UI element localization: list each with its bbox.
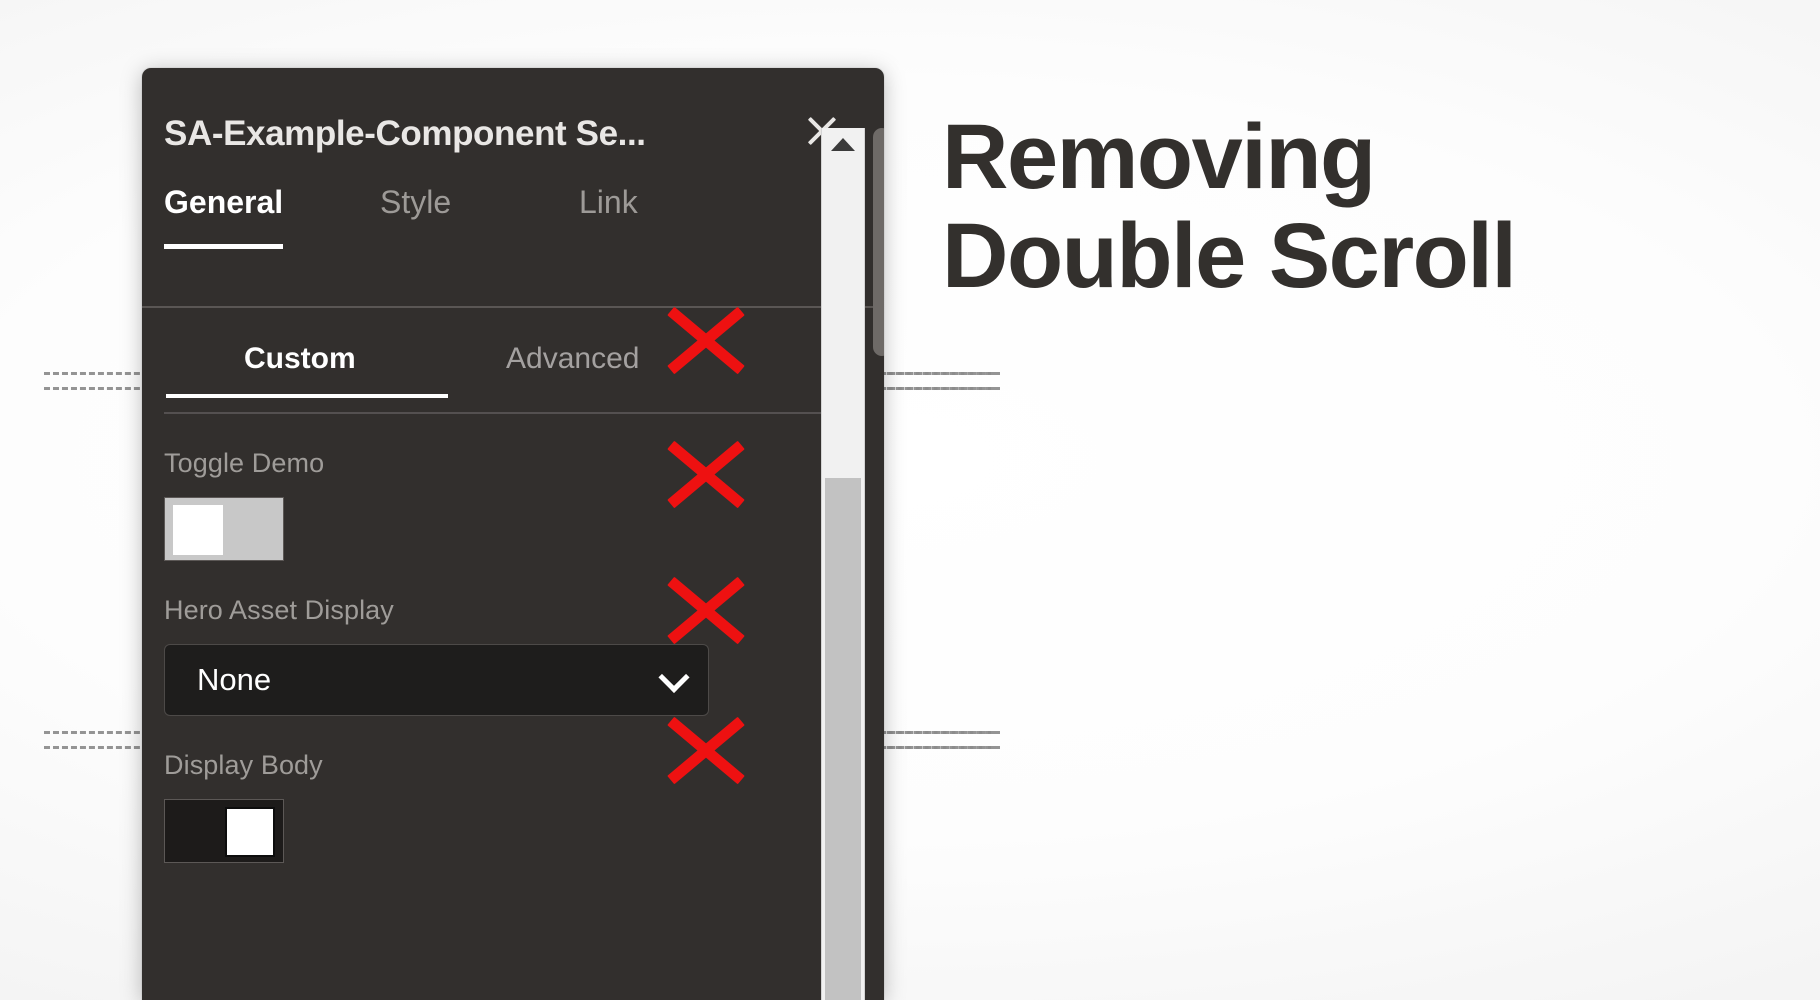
- dialog-title: SA-Example-Component Se...: [164, 114, 646, 153]
- dialog-body-content: Custom Advanced Toggle Demo Hero Asset D…: [142, 308, 884, 863]
- tab-link[interactable]: Link: [579, 184, 638, 221]
- field-hero-asset-display: Hero Asset Display None: [164, 595, 862, 716]
- page-canvas: SA-Example-Component Se... General Style…: [0, 0, 1820, 1000]
- dialog-scroll-body[interactable]: Custom Advanced Toggle Demo Hero Asset D…: [142, 308, 884, 1000]
- tab-advanced[interactable]: Advanced: [506, 342, 639, 376]
- tab-general[interactable]: General: [164, 184, 284, 249]
- display-body-switch[interactable]: [164, 799, 284, 863]
- outer-scrollbar-thumb[interactable]: [873, 128, 884, 356]
- tab-style[interactable]: Style: [380, 184, 451, 221]
- inner-scrollbar-thumb[interactable]: [825, 478, 861, 1000]
- page-title: Removing Double Scroll: [942, 106, 1517, 308]
- headline-line-1: Removing: [942, 106, 1376, 208]
- hero-asset-display-select[interactable]: None: [164, 644, 709, 716]
- toggle-knob: [225, 807, 275, 857]
- outer-dialog-scrollbar[interactable]: [869, 122, 884, 1000]
- label-hero-asset-display: Hero Asset Display: [164, 595, 394, 625]
- dialog-header: SA-Example-Component Se...: [142, 68, 884, 176]
- primary-tab-bar: General Style Link: [142, 176, 884, 264]
- tab-custom[interactable]: Custom: [166, 342, 448, 398]
- hero-asset-display-value: None: [197, 662, 272, 697]
- field-toggle-demo: Toggle Demo: [164, 448, 862, 561]
- toggle-knob: [173, 505, 223, 555]
- inner-panel-scrollbar[interactable]: [821, 128, 865, 1000]
- component-settings-dialog: SA-Example-Component Se... General Style…: [142, 68, 884, 1000]
- toggle-demo-switch[interactable]: [164, 497, 284, 561]
- scroll-up-arrow-icon[interactable]: [831, 138, 855, 151]
- label-display-body: Display Body: [164, 750, 323, 780]
- headline-line-2: Double Scroll: [942, 205, 1517, 308]
- label-toggle-demo: Toggle Demo: [164, 448, 325, 478]
- secondary-tab-bar: Custom Advanced: [164, 308, 862, 414]
- chevron-down-icon: [660, 664, 686, 690]
- field-display-body: Display Body: [164, 750, 862, 863]
